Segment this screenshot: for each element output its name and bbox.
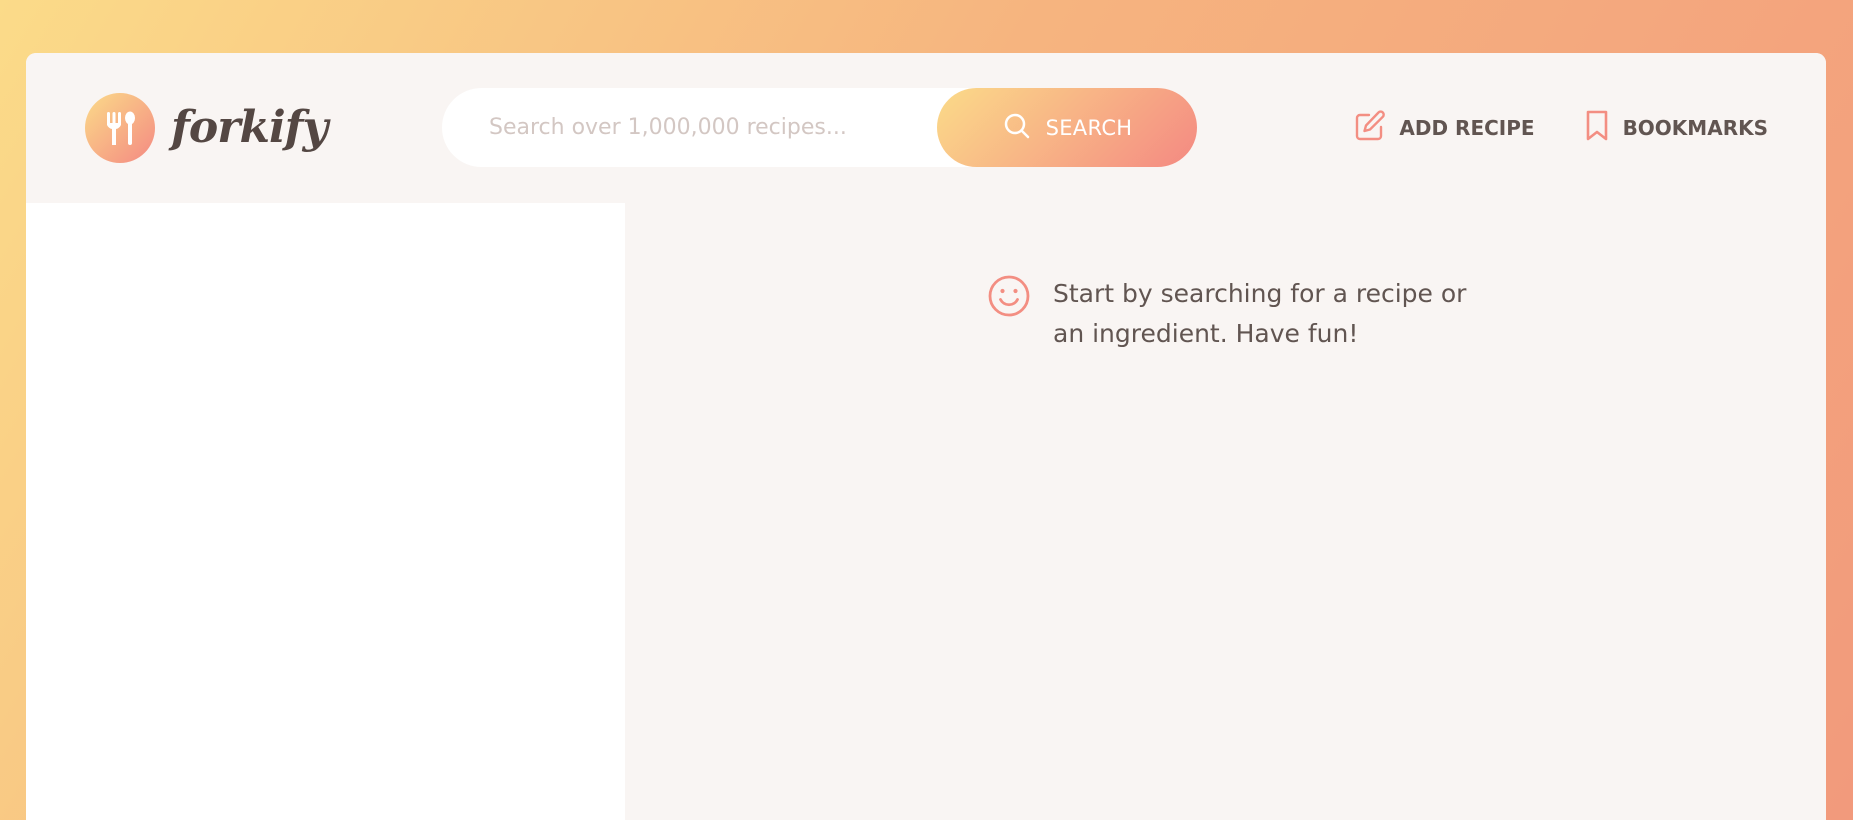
search-button[interactable]: SEARCH [937, 88, 1197, 167]
add-recipe-label: ADD RECIPE [1399, 116, 1535, 140]
search-input[interactable] [487, 114, 931, 141]
bookmark-icon [1583, 109, 1611, 147]
edit-icon [1353, 109, 1387, 147]
search-icon [1002, 111, 1032, 145]
recipe-panel: Start by searching for a recipe or an in… [625, 203, 1826, 820]
search-results-panel [26, 203, 625, 820]
fork-spoon-icon [85, 93, 155, 163]
app-container: forkify SEARCH [26, 53, 1826, 820]
add-recipe-button[interactable]: ADD RECIPE [1353, 109, 1535, 147]
header: forkify SEARCH [26, 53, 1826, 203]
smile-icon [987, 274, 1031, 318]
start-message-text: Start by searching for a recipe or an in… [1053, 279, 1467, 348]
search-button-label: SEARCH [1045, 115, 1133, 140]
logo[interactable]: forkify [85, 93, 328, 163]
main-nav: ADD RECIPE BOOKMARKS [1305, 93, 1768, 163]
bookmarks-label: BOOKMARKS [1622, 116, 1768, 140]
bookmarks-button[interactable]: BOOKMARKS [1583, 109, 1768, 147]
start-message: Start by searching for a recipe or an in… [987, 274, 1473, 379]
logo-text: forkify [171, 102, 328, 153]
search-form: SEARCH [442, 88, 1197, 167]
